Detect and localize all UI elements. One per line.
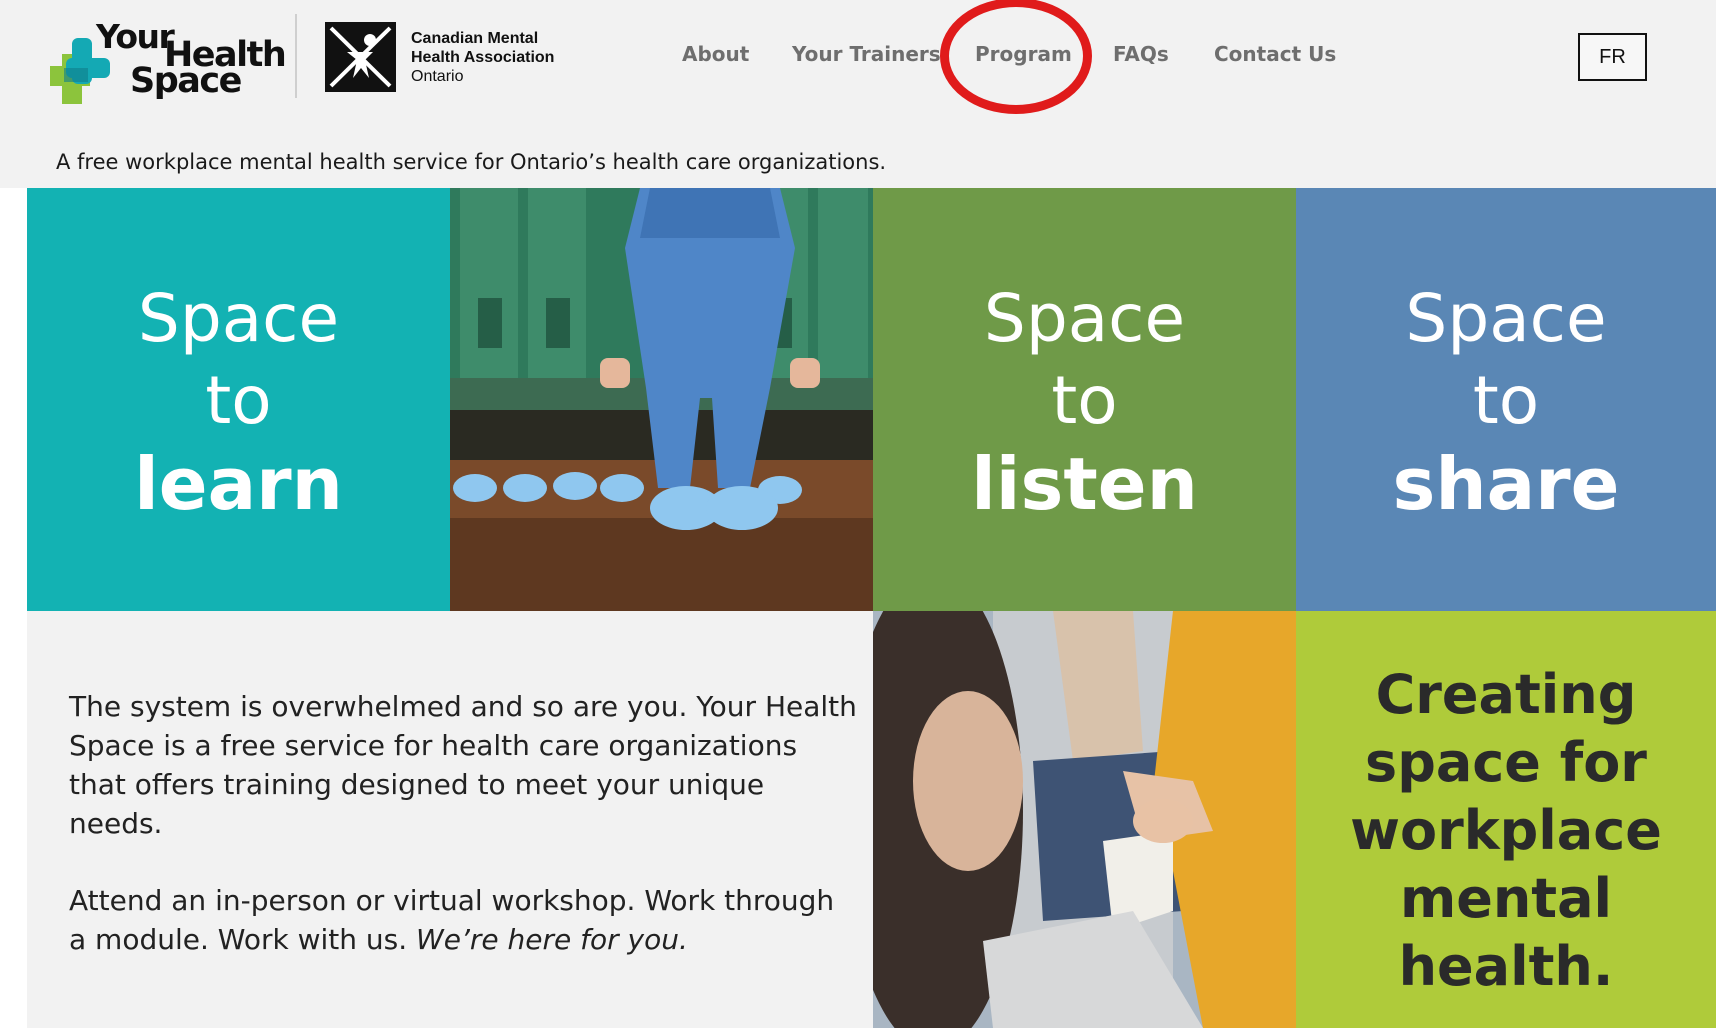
your-health-space-logo[interactable]: Your Health Space [50,17,287,108]
space-to-listen-heading: Space to listen [873,278,1296,526]
cmha-figure-icon [325,22,396,92]
creating-line-4: mental [1399,867,1613,930]
tile-space-to-learn: Space to learn [27,188,450,611]
site-header: Your Health Space Canadian Mental Health… [0,0,1716,188]
holding-hands-illustration [873,611,1296,1028]
cmha-wordmark: Canadian Mental Health Association Ontar… [411,29,554,86]
heading-word-to: to [1051,362,1118,439]
cmha-name-line1: Canadian Mental [411,30,539,47]
nav-link-faqs[interactable]: FAQs [1113,42,1169,66]
heading-word-listen: listen [971,442,1198,526]
photo-health-worker-locker-room [450,188,873,611]
site-tagline: A free workplace mental health service f… [56,150,887,174]
nav-link-your-trainers[interactable]: Your Trainers [792,42,941,66]
intro-paragraph-1: The system is overwhelmed and so are you… [69,690,857,840]
locker-room-illustration [450,188,873,611]
intro-paragraph-2: Attend an in-person or virtual workshop.… [69,881,859,959]
cmha-name-line2: Health Association [411,49,555,66]
intro-text-panel: The system is overwhelmed and so are you… [27,611,873,1028]
space-to-share-heading: Space to share [1296,278,1716,526]
heading-word-learn: learn [134,442,343,526]
intro-copy: The system is overwhelmed and so are you… [69,687,859,997]
language-toggle-button[interactable]: FR [1578,33,1647,81]
logo-word-space: Space [130,61,242,101]
nav-link-contact-us[interactable]: Contact Us [1214,42,1336,66]
cmha-logo[interactable]: Canadian Mental Health Association Ontar… [325,22,575,94]
heading-word-space: Space [983,280,1186,357]
creating-line-3: workplace [1350,799,1662,862]
creating-line-2: space for [1365,731,1647,794]
nav-link-about[interactable]: About [682,42,749,66]
creating-space-heading: Creating space for workplace mental heal… [1296,661,1716,1001]
tile-creating-space: Creating space for workplace mental heal… [1296,611,1716,1028]
logo-word-your: Your [96,17,175,56]
heading-word-space: Space [1405,280,1607,357]
space-to-learn-heading: Space to learn [27,278,450,526]
program-highlight-circle [940,0,1092,114]
creating-line-1: Creating [1375,663,1637,726]
photo-holding-hands [873,611,1296,1028]
heading-word-to: to [1472,362,1540,439]
here-for-you-emphasis: We’re here for you. [416,923,688,956]
heading-word-space: Space [137,280,340,357]
tile-space-to-share: Space to share [1296,188,1716,611]
logo-divider [295,14,297,98]
creating-line-5: health. [1398,935,1614,998]
heading-word-to: to [205,362,272,439]
cmha-region: Ontario [411,68,464,85]
tile-space-to-listen: Space to listen [873,188,1296,611]
heading-word-share: share [1392,442,1620,526]
